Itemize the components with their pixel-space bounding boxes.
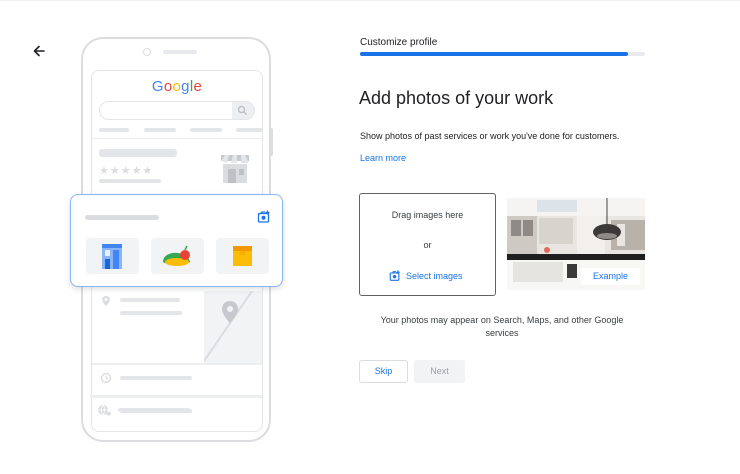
page-description: Show photos of past services or work you…: [360, 131, 620, 141]
learn-more-link[interactable]: Learn more: [360, 153, 406, 163]
hours-bar: [120, 376, 192, 380]
phone-camera: [143, 48, 151, 56]
phone-speaker: [163, 50, 197, 54]
clock-icon: [100, 372, 112, 384]
location-pin-icon: [102, 296, 110, 306]
photo-thumbnail-box: [216, 238, 269, 274]
business-name-bar: [99, 149, 177, 157]
photo-thumbnail-storefront: [86, 238, 139, 274]
drag-images-text: Drag images here: [391, 210, 464, 220]
select-images-button[interactable]: Select images: [389, 269, 463, 283]
divider: [90, 395, 262, 397]
globe-icon: [98, 404, 108, 416]
google-logo: Google: [92, 78, 262, 95]
skip-button[interactable]: Skip: [359, 360, 408, 383]
photos-card-illustration: [70, 194, 283, 287]
add-photo-icon: [257, 210, 270, 223]
progress-bar: [360, 52, 645, 56]
nav-chip: [144, 128, 176, 132]
example-label: Example: [581, 268, 640, 285]
business-info-bar: [99, 179, 161, 183]
visibility-note: Your photos may appear on Search, Maps, …: [380, 315, 624, 338]
address-bar: [120, 311, 182, 315]
next-button[interactable]: Next: [414, 360, 465, 383]
photo-thumbnail-food: [151, 238, 204, 274]
select-images-label: Select images: [406, 271, 463, 281]
search-icon: [237, 105, 247, 115]
photos-title-bar: [85, 215, 159, 220]
search-bar-illustration: [99, 101, 255, 120]
logo-letter: e: [193, 78, 203, 95]
logo-letter: o: [172, 78, 182, 95]
nav-chip: [236, 128, 262, 132]
business-card-illustration: ★★★★★: [92, 138, 262, 202]
add-photo-icon: [389, 270, 400, 281]
search-button-illustration: [232, 102, 254, 119]
nav-chip: [99, 128, 129, 132]
top-divider: [0, 0, 740, 1]
image-drop-zone[interactable]: Drag images here or Select images: [359, 193, 496, 296]
page-title: Add photos of your work: [359, 88, 554, 108]
back-arrow-icon[interactable]: [28, 40, 50, 62]
logo-letter: g: [181, 78, 190, 95]
map-thumbnail: [204, 291, 262, 363]
rating-stars: ★★★★★: [99, 165, 154, 177]
step-label: Customize profile: [360, 37, 438, 48]
or-text: or: [423, 240, 432, 250]
address-bar: [120, 298, 180, 302]
store-icon: [221, 155, 249, 183]
example-kitchen-photo: Example: [507, 198, 645, 290]
website-bar: [118, 408, 190, 412]
logo-letter: G: [151, 78, 164, 95]
logo-letter: o: [163, 78, 173, 95]
divider: [92, 363, 262, 365]
nav-chip: [190, 128, 222, 132]
progress-fill: [360, 52, 628, 56]
